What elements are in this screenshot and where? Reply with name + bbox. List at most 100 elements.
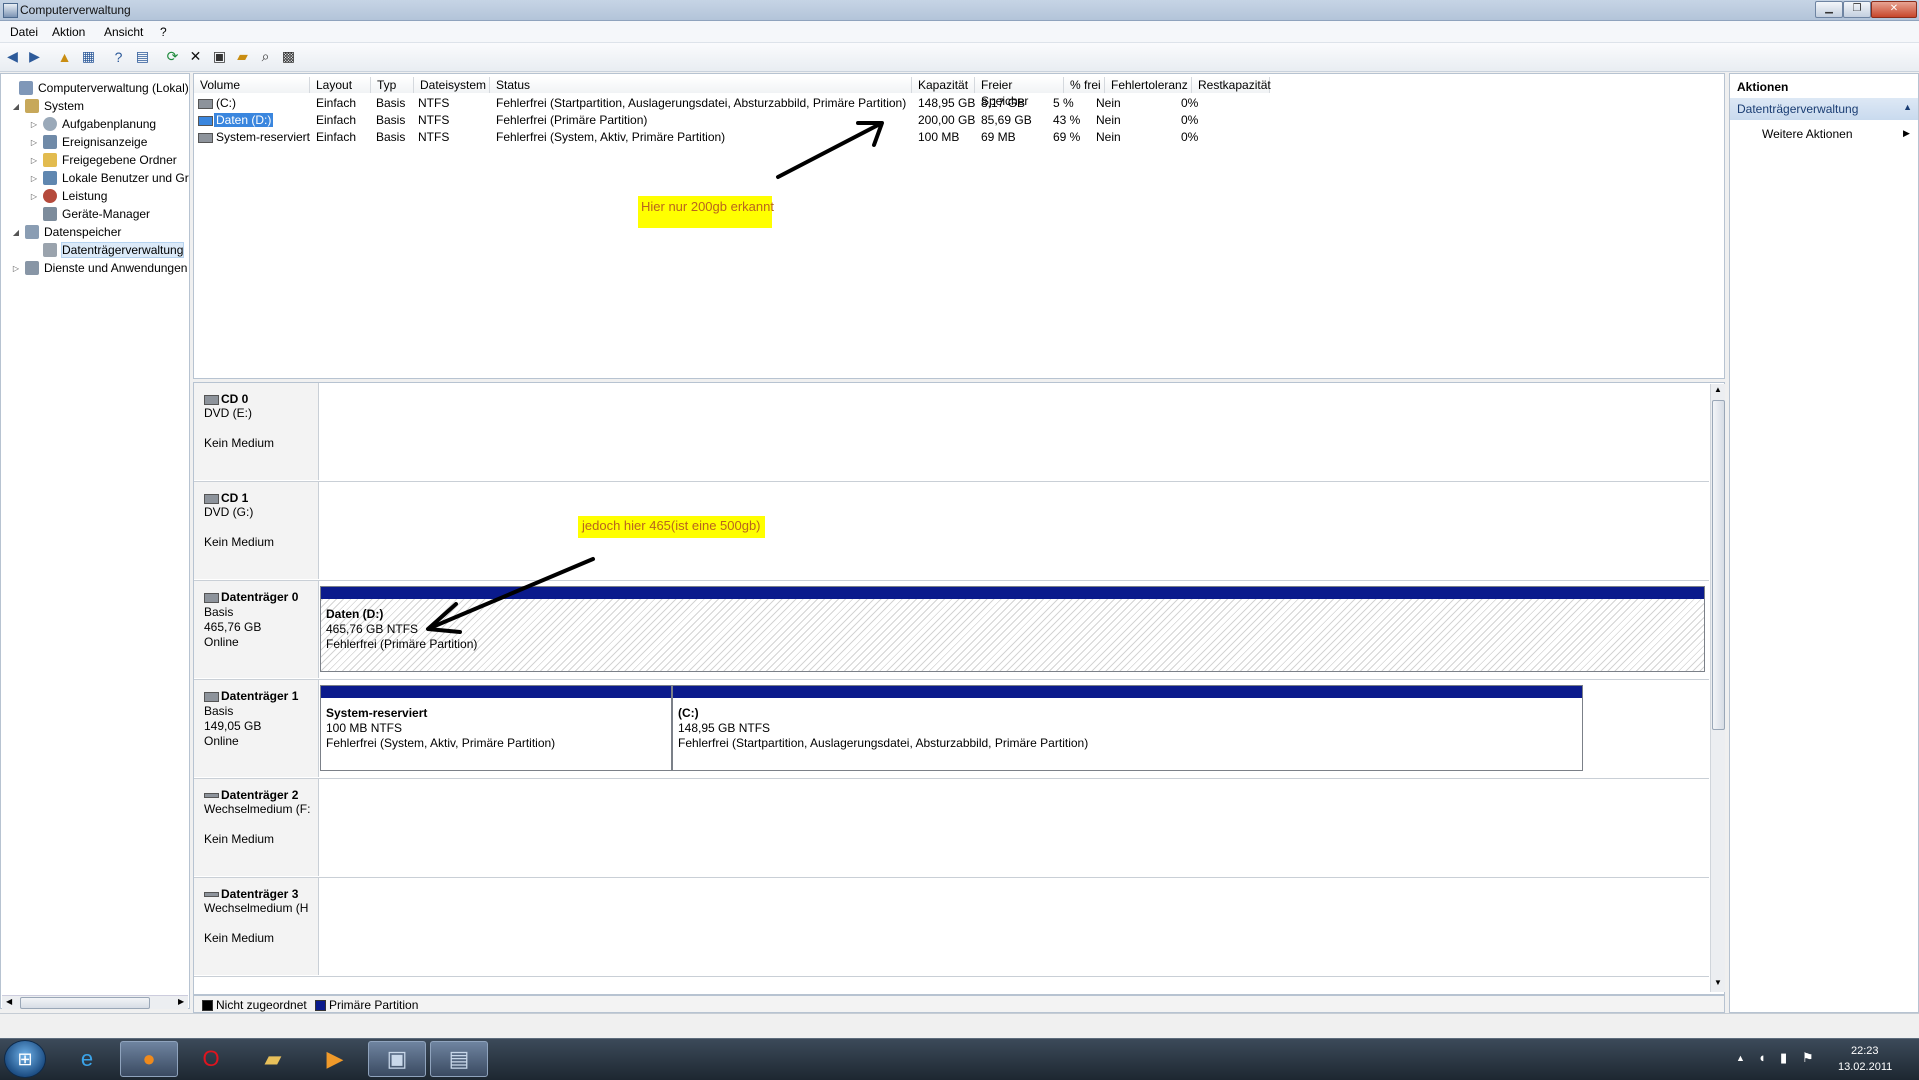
menu-help[interactable]: ? bbox=[160, 25, 167, 39]
cd-drive-icon bbox=[204, 493, 219, 504]
column-header-status[interactable]: Status bbox=[490, 77, 912, 93]
export-icon[interactable]: ▩ bbox=[280, 48, 297, 65]
column-header-kapazitaet[interactable]: Kapazität bbox=[912, 77, 975, 93]
primary-partition-bar bbox=[321, 686, 671, 698]
annotation-arrow-2 bbox=[426, 557, 595, 634]
disk-label[interactable]: Datenträger 2 Wechselmedium (F: Kein Med… bbox=[194, 779, 319, 876]
disk-row-datentraeger-1[interactable]: Datenträger 1 Basis 149,05 GB Online Sys… bbox=[194, 680, 1709, 779]
computer-management-icon[interactable]: ▣ bbox=[368, 1041, 426, 1077]
table-row[interactable]: (C:) Einfach Basis NTFS Fehlerfrei (Star… bbox=[196, 95, 1296, 111]
help-icon[interactable]: ? bbox=[110, 48, 127, 65]
back-icon[interactable]: ◀ bbox=[4, 48, 21, 65]
disk-label[interactable]: Datenträger 0 Basis 465,76 GB Online bbox=[194, 581, 319, 678]
disk-label[interactable]: CD 1 DVD (G:) Kein Medium bbox=[194, 482, 319, 579]
actions-header: Aktionen bbox=[1737, 80, 1789, 94]
scrollbar-thumb[interactable] bbox=[1712, 400, 1725, 730]
disk-row-datentraeger-3[interactable]: Datenträger 3 Wechselmedium (H Kein Medi… bbox=[194, 878, 1709, 977]
partition-system-reserviert[interactable]: System-reserviert 100 MB NTFS Fehlerfrei… bbox=[320, 685, 672, 771]
refresh-icon[interactable]: ⟳ bbox=[164, 48, 181, 65]
disk-label[interactable]: CD 0 DVD (E:) Kein Medium bbox=[194, 383, 319, 480]
column-header-restkapazitaet[interactable]: Restkapazität bbox=[1192, 77, 1271, 93]
scroll-right-icon[interactable]: ▶ bbox=[178, 997, 184, 1006]
computer-management-icon bbox=[19, 81, 33, 95]
firefox-icon[interactable]: ● bbox=[120, 1041, 178, 1077]
table-row[interactable]: System-reserviert Einfach Basis NTFS Feh… bbox=[196, 129, 1296, 145]
menu-datei[interactable]: Datei bbox=[10, 25, 38, 39]
tree-horizontal-scrollbar[interactable]: ◀ ▶ bbox=[2, 995, 188, 1009]
up-folder-icon[interactable]: ▲ bbox=[56, 48, 73, 65]
tray-expand-icon[interactable]: ▲ bbox=[1736, 1053, 1745, 1063]
actions-section-datentraegerverwaltung[interactable]: Datenträgerverwaltung ▲ bbox=[1730, 98, 1918, 120]
maximize-button[interactable]: ❐ bbox=[1843, 1, 1871, 18]
title-bar: Computerverwaltung ▁ ❐ ✕ bbox=[0, 0, 1919, 21]
clock-time[interactable]: 22:23 bbox=[1851, 1045, 1879, 1057]
disk-vertical-scrollbar[interactable]: ▲ ▼ bbox=[1710, 384, 1725, 992]
disk-row-datentraeger-2[interactable]: Datenträger 2 Wechselmedium (F: Kein Med… bbox=[194, 779, 1709, 878]
show-hide-action-pane-icon[interactable]: ▤ bbox=[134, 48, 151, 65]
search-icon[interactable]: ⌕ bbox=[257, 48, 274, 65]
tree-item-geraete-manager[interactable]: Geräte-Manager bbox=[29, 205, 150, 223]
shared-folder-icon bbox=[43, 153, 57, 167]
explorer-icon[interactable]: ▰ bbox=[244, 1041, 302, 1077]
app-icon bbox=[3, 3, 18, 18]
minimize-button[interactable]: ▁ bbox=[1815, 1, 1843, 18]
disk-label[interactable]: Datenträger 1 Basis 149,05 GB Online bbox=[194, 680, 319, 777]
tree-item-lokale-benutzer[interactable]: ▷ Lokale Benutzer und Gr bbox=[29, 169, 189, 187]
properties-icon[interactable]: ▣ bbox=[211, 48, 228, 65]
tree-item-datenspeicher[interactable]: ◢ Datenspeicher bbox=[11, 223, 121, 241]
close-button[interactable]: ✕ bbox=[1871, 1, 1917, 18]
volume-icon[interactable]: ◖ bbox=[1758, 1050, 1766, 1065]
column-header-volume[interactable]: Volume bbox=[194, 77, 310, 93]
menu-aktion[interactable]: Aktion bbox=[52, 25, 85, 39]
column-header-freier-speicher[interactable]: Freier Speicher bbox=[975, 77, 1064, 108]
tree-item-aufgabenplanung[interactable]: ▷ Aufgabenplanung bbox=[29, 115, 156, 133]
table-row[interactable]: Daten (D:) Einfach Basis NTFS Fehlerfrei… bbox=[196, 112, 1296, 128]
column-header-fehlertoleranz[interactable]: Fehlertoleranz bbox=[1105, 77, 1192, 93]
clock-date[interactable]: 13.02.2011 bbox=[1838, 1061, 1892, 1073]
navigation-tree: Computerverwaltung (Lokal) ◢ System ▷ Au… bbox=[0, 73, 190, 1009]
tree-item-computerverwaltung[interactable]: Computerverwaltung (Lokal) bbox=[5, 79, 189, 97]
clock-icon bbox=[43, 117, 57, 131]
action-center-flag-icon[interactable]: ⚑ bbox=[1802, 1050, 1814, 1066]
column-header-dateisystem[interactable]: Dateisystem bbox=[414, 77, 490, 93]
delete-icon[interactable]: ✕ bbox=[187, 48, 204, 65]
start-orb-icon[interactable]: ⊞ bbox=[4, 1040, 46, 1078]
status-bar bbox=[0, 1013, 1919, 1039]
primary-partition-bar bbox=[673, 686, 1582, 698]
removable-disk-icon bbox=[204, 793, 219, 799]
column-header-layout[interactable]: Layout bbox=[310, 77, 371, 93]
column-header-typ[interactable]: Typ bbox=[371, 77, 414, 93]
actions-pane: Aktionen Datenträgerverwaltung ▲ Weitere… bbox=[1729, 73, 1919, 1013]
tree-item-freigegebene-ordner[interactable]: ▷ Freigegebene Ordner bbox=[29, 151, 177, 169]
network-icon[interactable]: ▮ bbox=[1780, 1050, 1787, 1066]
weitere-aktionen-link[interactable]: Weitere Aktionen bbox=[1762, 127, 1853, 141]
forward-icon[interactable]: ▶ bbox=[26, 48, 43, 65]
taskbar: ⊞ e ● O ▰ ▶ ▣ ▤ ▲ ◖ ▮ ⚑ 22:23 13.02.2011 bbox=[0, 1038, 1919, 1080]
scroll-up-icon[interactable]: ▲ bbox=[1714, 385, 1722, 394]
volume-list: Volume Layout Typ Dateisystem Status Kap… bbox=[193, 73, 1725, 379]
scrollbar-thumb[interactable] bbox=[20, 997, 150, 1009]
selected-volume: Daten (D:) bbox=[214, 113, 274, 127]
show-hide-tree-icon[interactable]: ▦ bbox=[80, 48, 97, 65]
tree-item-system[interactable]: ◢ System bbox=[11, 97, 84, 115]
disk-row-cd0[interactable]: CD 0 DVD (E:) Kein Medium bbox=[194, 383, 1709, 482]
collapse-icon[interactable]: ▲ bbox=[1903, 102, 1912, 112]
column-header-prozent-frei[interactable]: % frei bbox=[1064, 77, 1105, 93]
scroll-left-icon[interactable]: ◀ bbox=[6, 997, 12, 1006]
disk-management-icon[interactable]: ▤ bbox=[430, 1041, 488, 1077]
tree-item-leistung[interactable]: ▷ Leistung bbox=[29, 187, 107, 205]
disk-label[interactable]: Datenträger 3 Wechselmedium (H Kein Medi… bbox=[194, 878, 319, 975]
tree-item-datentraegerverwaltung[interactable]: Datenträgerverwaltung bbox=[29, 241, 185, 259]
media-player-icon[interactable]: ▶ bbox=[306, 1041, 364, 1077]
volume-icon bbox=[198, 133, 213, 143]
partition-c[interactable]: (C:) 148,95 GB NTFS Fehlerfrei (Startpar… bbox=[672, 685, 1583, 771]
volume-icon bbox=[198, 99, 213, 109]
scroll-down-icon[interactable]: ▼ bbox=[1714, 978, 1722, 987]
opera-icon[interactable]: O bbox=[182, 1041, 240, 1077]
open-folder-icon[interactable]: ▰ bbox=[234, 48, 251, 65]
primary-partition-swatch bbox=[315, 1000, 326, 1011]
tree-item-dienste-anwendungen[interactable]: ▷ Dienste und Anwendungen bbox=[11, 259, 187, 277]
tree-item-ereignisanzeige[interactable]: ▷ Ereignisanzeige bbox=[29, 133, 147, 151]
internet-explorer-icon[interactable]: e bbox=[58, 1041, 116, 1077]
menu-ansicht[interactable]: Ansicht bbox=[104, 25, 143, 39]
